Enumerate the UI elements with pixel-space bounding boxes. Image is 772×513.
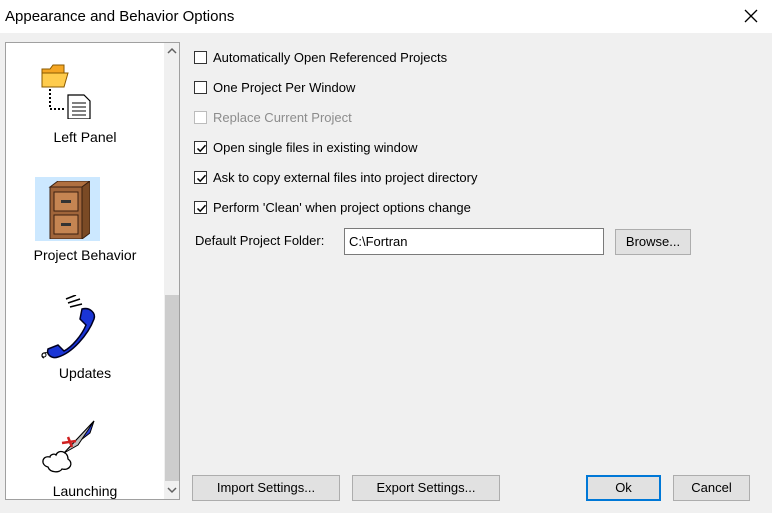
file-cabinet-icon	[48, 181, 90, 239]
option-label: One Project Per Window	[213, 80, 356, 95]
checkmark-icon	[196, 204, 207, 213]
checkbox[interactable]	[194, 201, 207, 214]
import-settings-button[interactable]: Import Settings...	[192, 475, 340, 501]
close-icon	[744, 9, 758, 23]
checkmark-icon	[196, 174, 207, 183]
rocket-icon	[42, 420, 95, 473]
close-button[interactable]	[732, 0, 770, 33]
sidebar-scrollbar[interactable]	[164, 43, 179, 499]
category-panel[interactable]: Left Panel Project Behavior Updates Laun…	[5, 42, 180, 500]
chevron-up-icon	[167, 47, 177, 54]
sidebar-item-launching[interactable]: Launching	[6, 409, 164, 499]
sidebar-item-label: Launching	[52, 483, 118, 499]
chevron-down-icon	[167, 487, 177, 494]
folder-tree-icon	[41, 64, 91, 119]
checkbox[interactable]	[194, 51, 207, 64]
checkmark-icon	[196, 144, 207, 153]
checkbox-disabled	[194, 111, 207, 124]
sidebar-item-label: Left Panel	[53, 129, 117, 145]
scroll-up-button[interactable]	[164, 43, 179, 60]
checkbox[interactable]	[194, 81, 207, 94]
options-dialog: Appearance and Behavior Options Left Pan…	[0, 0, 772, 513]
scroll-down-button[interactable]	[164, 482, 179, 499]
cancel-button[interactable]: Cancel	[673, 475, 750, 501]
sidebar-item-left-panel[interactable]: Left Panel	[6, 55, 164, 150]
checkbox[interactable]	[194, 171, 207, 184]
option-label: Replace Current Project	[213, 110, 352, 125]
option-label: Ask to copy external files into project …	[213, 170, 478, 185]
window-title: Appearance and Behavior Options	[5, 8, 235, 25]
browse-button[interactable]: Browse...	[615, 229, 691, 255]
option-label: Automatically Open Referenced Projects	[213, 50, 448, 65]
export-settings-button[interactable]: Export Settings...	[352, 475, 500, 501]
sidebar-item-updates[interactable]: Updates	[6, 291, 164, 386]
telephone-icon	[41, 295, 96, 359]
default-folder-input[interactable]	[344, 228, 604, 255]
default-folder-label: Default Project Folder:	[195, 233, 325, 248]
option-label: Perform 'Clean' when project options cha…	[213, 200, 471, 215]
sidebar-item-label: Updates	[58, 365, 112, 381]
sidebar-item-project-behavior[interactable]: Project Behavior	[6, 173, 164, 268]
checkbox[interactable]	[194, 141, 207, 154]
scrollbar-thumb[interactable]	[165, 295, 179, 481]
sidebar-item-label: Project Behavior	[33, 247, 137, 263]
option-label: Open single files in existing window	[213, 140, 418, 155]
title-bar: Appearance and Behavior Options	[0, 0, 772, 33]
ok-button[interactable]: Ok	[586, 475, 661, 501]
